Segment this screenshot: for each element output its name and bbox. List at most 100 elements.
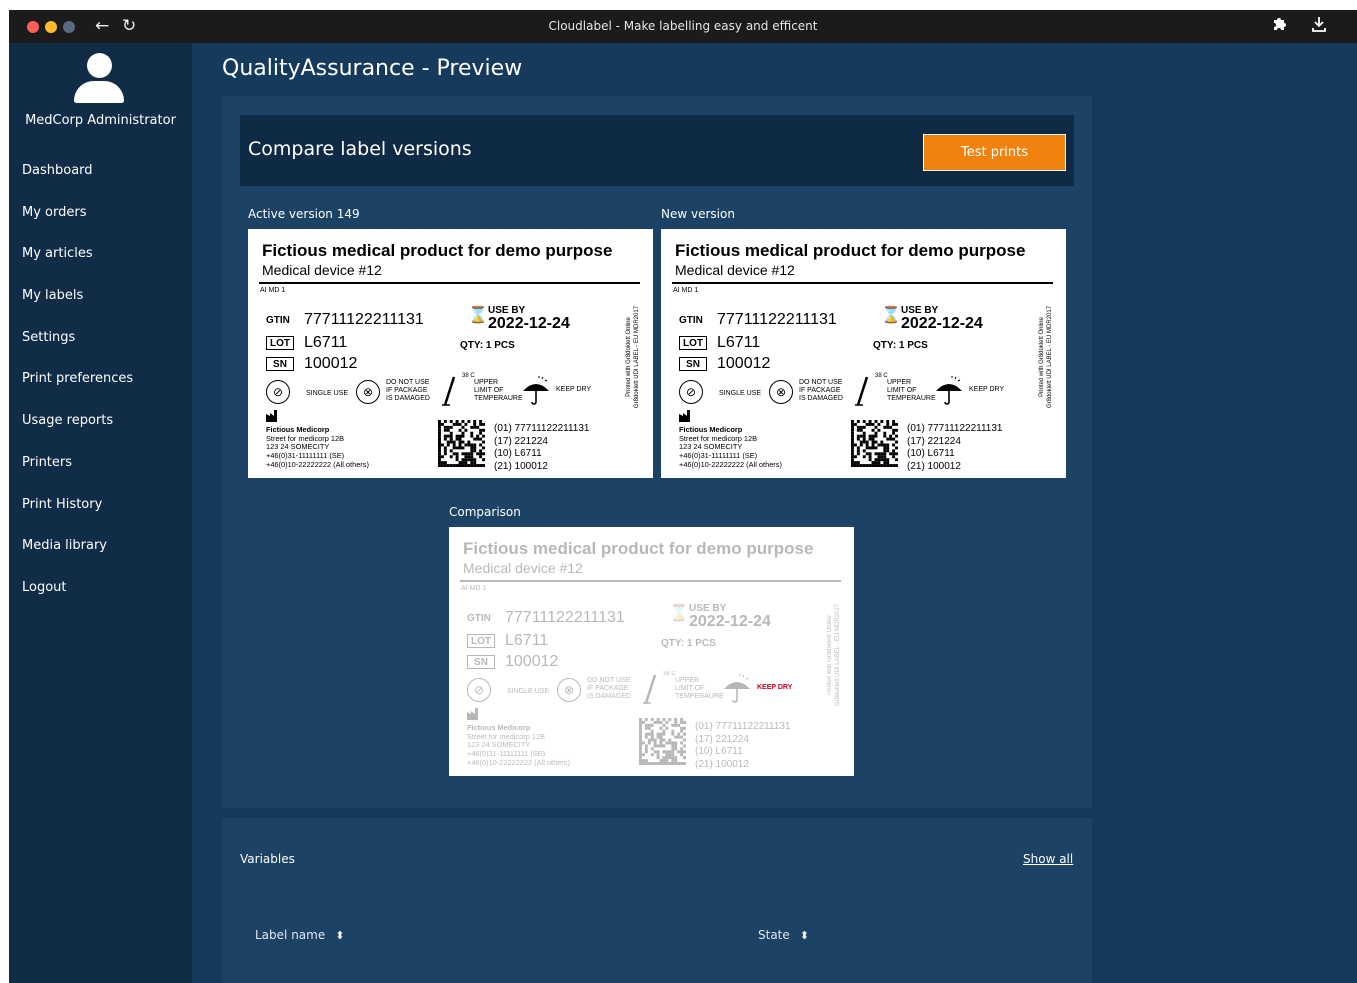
temp-value: 38 C — [875, 373, 888, 379]
manufacturer-line: +46(0)10-22222222 (All others) — [467, 757, 570, 767]
sn-tag: SN — [266, 357, 294, 371]
label-divider — [259, 282, 640, 284]
lot-tag: LOT — [467, 634, 495, 648]
ai-line: (21) 100012 — [907, 460, 961, 472]
single-use-icon: ⊘ — [266, 380, 290, 404]
manufacturer-info: Fictious Medicorp Street for medicorp 12… — [266, 425, 369, 470]
do-not-use-line: DO NOT USE — [799, 379, 843, 386]
use-by-block: ⌛ USE BY 2022-12-24 — [669, 603, 771, 630]
ai-line: (01) 77711122211131 — [494, 423, 590, 434]
temp-line: LIMIT OF — [887, 387, 917, 394]
keep-dry-text: KEEP DRY — [969, 386, 1005, 393]
column-label-name[interactable]: Label name ⬍ — [255, 928, 344, 942]
use-by-block: ⌛ USE BY 2022-12-24 — [881, 305, 983, 332]
avatar-icon — [74, 53, 124, 105]
puzzle-icon[interactable] — [1272, 16, 1286, 34]
do-not-use-text: DO NOT USE IF PACKAGE IS DAMAGED — [799, 379, 843, 403]
lot-row: LOT L6711 — [266, 334, 347, 352]
label-title: Fictious medical product for demo purpos… — [675, 241, 1026, 260]
sidebar-item-logout[interactable]: Logout — [22, 578, 133, 620]
sn-value: 100012 — [304, 355, 358, 372]
sn-tag: SN — [467, 655, 495, 669]
label-subtitle: Medical device #12 — [675, 262, 795, 278]
column-state[interactable]: State ⬍ — [758, 928, 809, 942]
lot-tag: LOT — [679, 336, 707, 350]
qty: QTY: 1 PCS — [661, 638, 716, 649]
label-aimd: AI MD 1 — [673, 287, 699, 294]
label-divider — [460, 580, 841, 582]
label-divider — [672, 282, 1053, 284]
manufacturer-line: +46(0)10-22222222 (All others) — [266, 459, 369, 469]
printed-with-line: Gr8doklett UDI LABEL - EU MDR2017 — [634, 305, 640, 409]
printed-with-text: Printed with Gr8doklett Online Gr8doklet… — [625, 297, 641, 417]
sort-icon: ⬍ — [335, 929, 345, 942]
temp-text: UPPER LIMIT OF TEMPERAURE — [474, 379, 523, 403]
sidebar-item-usage-reports[interactable]: Usage reports — [22, 411, 133, 453]
sidebar-item-print-preferences[interactable]: Print preferences — [22, 369, 133, 411]
do-not-use-line: IF PACKAGE — [799, 387, 841, 394]
sn-value: 100012 — [717, 355, 771, 372]
keep-dry-text: KEEP DRY — [757, 684, 793, 691]
gtin-tag: GTIN — [679, 314, 703, 326]
sidebar-item-printers[interactable]: Printers — [22, 453, 133, 495]
do-not-use-line: DO NOT USE — [386, 379, 430, 386]
damaged-package-icon: ⊗ — [557, 678, 581, 702]
sidebar-item-my-orders[interactable]: My orders — [22, 203, 133, 245]
sidebar-item-my-labels[interactable]: My labels — [22, 286, 133, 328]
active-version-label: Active version 149 — [248, 207, 360, 221]
sn-row: SN 100012 — [679, 355, 770, 373]
printed-with-text: Printed with Gr8doklett Online Gr8doklet… — [826, 595, 842, 715]
gtin-value: 77711122211131 — [717, 311, 837, 328]
single-use-text: SINGLE USE — [719, 390, 762, 397]
sidebar-item-dashboard[interactable]: Dashboard — [22, 161, 133, 203]
temp-line: LIMIT OF — [675, 685, 705, 692]
thermometer-icon — [440, 375, 460, 409]
gtin-value: 77711122211131 — [304, 311, 424, 328]
sidebar-item-print-history[interactable]: Print History — [22, 495, 133, 537]
hourglass-icon: ⌛ — [881, 307, 901, 324]
temp-value: 38 C — [663, 671, 676, 677]
test-prints-button[interactable]: Test prints — [923, 134, 1066, 171]
do-not-use-line: IS DAMAGED — [799, 395, 843, 402]
do-not-use-line: IS DAMAGED — [587, 693, 631, 700]
main-content: QualityAssurance - Preview Compare label… — [192, 43, 1357, 983]
gtin-row: GTIN 77711122211131 — [467, 609, 625, 627]
lot-value: L6711 — [304, 334, 348, 351]
manufacturer-info: Fictious Medicorp Street for medicorp 12… — [467, 723, 570, 768]
ai-line: (21) 100012 — [494, 460, 548, 472]
compare-header: Compare label versions Test prints — [240, 115, 1074, 186]
show-all-link[interactable]: Show all — [1023, 852, 1073, 866]
sidebar-item-media-library[interactable]: Media library — [22, 536, 133, 578]
new-label-preview: Fictious medical product for demo purpos… — [661, 229, 1066, 478]
temp-line: TEMPERAURE — [474, 395, 523, 402]
datamatrix-code — [639, 718, 686, 765]
datamatrix-code — [438, 420, 485, 467]
manufacturer-icon — [679, 409, 695, 422]
printed-with-line: Printed with Gr8doklett Online — [827, 615, 833, 695]
temp-line: UPPER — [887, 379, 912, 386]
do-not-use-text: DO NOT USE IF PACKAGE IS DAMAGED — [386, 379, 430, 403]
download-icon[interactable] — [1311, 16, 1327, 36]
damaged-package-icon: ⊗ — [356, 380, 380, 404]
umbrella-icon — [933, 375, 965, 407]
gtin-row: GTIN 77711122211131 — [679, 311, 837, 329]
sidebar-item-settings[interactable]: Settings — [22, 328, 133, 370]
ai-line: (01) 77711122211131 — [695, 721, 791, 732]
temp-line: TEMPERAURE — [887, 395, 936, 402]
printed-with-line: Printed with Gr8doklett Online — [1039, 317, 1045, 397]
datamatrix-code — [851, 420, 898, 467]
manufacturer-name: Fictious Medicorp — [679, 425, 743, 434]
gtin-tag: GTIN — [266, 314, 290, 326]
label-title: Fictious medical product for demo purpos… — [262, 241, 613, 260]
hourglass-icon: ⌛ — [669, 605, 689, 622]
manufacturer-name: Fictious Medicorp — [467, 723, 531, 732]
manufacturer-line: +46(0)10-22222222 (All others) — [679, 459, 782, 469]
gtin-row: GTIN 77711122211131 — [266, 311, 424, 329]
qty: QTY: 1 PCS — [460, 340, 515, 351]
ai-line: (17) 221224 — [907, 435, 961, 447]
temp-text: UPPER LIMIT OF TEMPERAURE — [887, 379, 936, 403]
label-title: Fictious medical product for demo purpos… — [463, 539, 814, 558]
sidebar-item-my-articles[interactable]: My articles — [22, 244, 133, 286]
column-state-text: State — [758, 928, 790, 942]
single-use-icon: ⊘ — [679, 380, 703, 404]
